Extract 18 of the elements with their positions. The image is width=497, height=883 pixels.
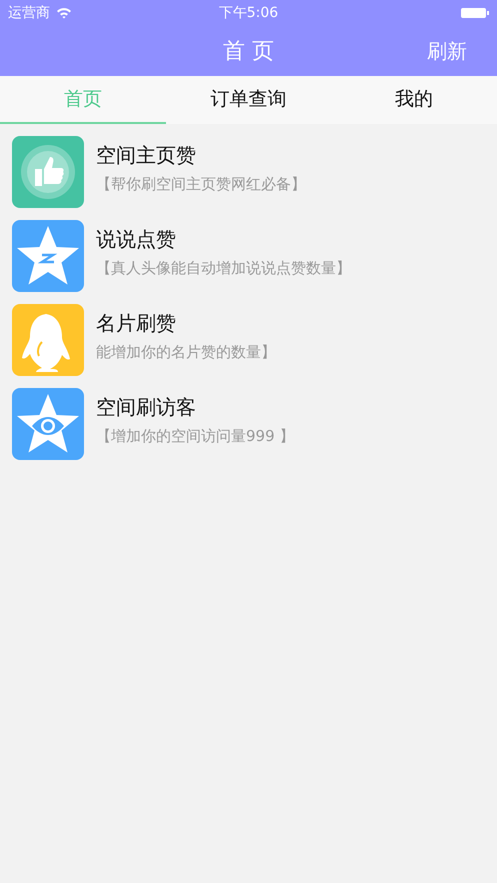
item-title[interactable]: 空间主页赞: [96, 142, 351, 169]
carrier-name: 运营商: [8, 4, 50, 22]
tab[interactable]: 订单查询: [166, 76, 332, 124]
thumbs-up-icon[interactable]: [12, 136, 84, 208]
item-description: 【帮你刷空间主页赞网红必备】: [96, 175, 307, 194]
battery-icon: [461, 7, 489, 19]
wifi-icon: [56, 7, 72, 19]
status-time: 下午5:06: [218, 4, 278, 22]
item-description: 【真人头像能自动增加说说点赞数量】: [96, 259, 351, 278]
item-title[interactable]: 说说点赞: [96, 226, 351, 253]
item-title[interactable]: 名片刷赞: [96, 310, 351, 337]
page-title: 首 页: [223, 38, 274, 66]
star-eye-icon[interactable]: [12, 388, 84, 460]
tab[interactable]: 我的: [331, 76, 497, 124]
penguin-icon[interactable]: [12, 304, 84, 376]
item-title[interactable]: 空间刷访客: [96, 394, 351, 421]
item-description: 能增加你的名片赞的数量】: [96, 343, 277, 362]
item-description: 【增加你的空间访问量999 】: [96, 427, 296, 446]
